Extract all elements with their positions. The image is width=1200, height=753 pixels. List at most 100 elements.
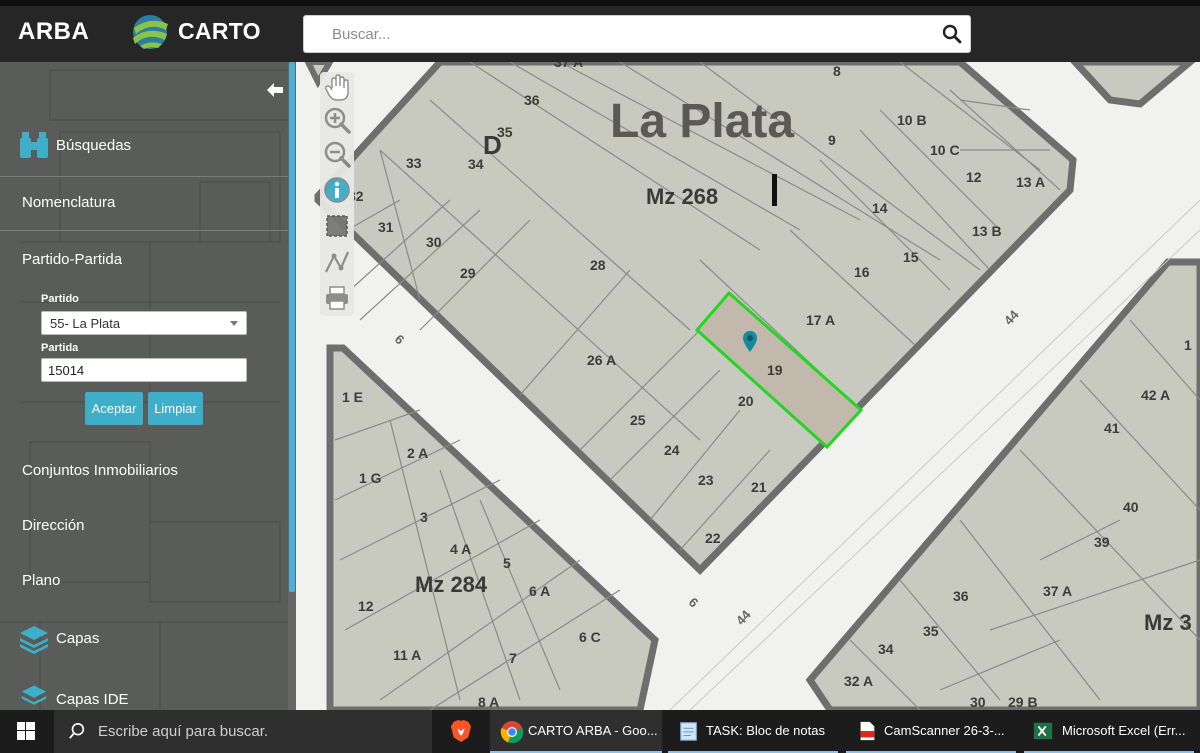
location-pin-icon[interactable]: [742, 330, 758, 354]
divider: [0, 230, 288, 231]
taskbar-app-label: CARTO ARBA - Goo...: [528, 723, 658, 738]
windows-taskbar: Escribe aquí para buscar. CARTO ARBA - G…: [0, 710, 1200, 753]
parcel-label: 41: [1104, 420, 1120, 436]
taskbar-app-excel[interactable]: Microsoft Excel (Err...: [1024, 710, 1200, 753]
parcel-label: 13 B: [972, 223, 1002, 239]
measure-icon[interactable]: [323, 248, 351, 276]
parcel-label: 22: [705, 530, 721, 546]
sidebar: Búsquedas Nomenclatura Partido-Partida P…: [0, 62, 296, 710]
taskbar-app-chrome[interactable]: CARTO ARBA - Goo...: [490, 710, 662, 753]
parcel-label: 13 A: [1016, 174, 1046, 190]
parcel-label: 14: [872, 200, 888, 216]
divider: [0, 176, 288, 177]
zoom-in-icon[interactable]: [323, 106, 351, 134]
menu-capas[interactable]: Capas: [56, 630, 99, 647]
parcel-label: 17 A: [806, 312, 836, 328]
menu-plano[interactable]: Plano: [22, 572, 60, 589]
menu-nomenclatura[interactable]: Nomenclatura: [22, 194, 115, 211]
windows-start-icon[interactable]: [0, 710, 52, 753]
menu-capas-ide[interactable]: Capas IDE: [56, 691, 129, 708]
parcel-label: 30: [970, 694, 986, 710]
partido-select-value: 55- La Plata: [50, 316, 121, 331]
binoculars-icon: [20, 132, 48, 158]
scrollbar-thumb[interactable]: [289, 62, 295, 592]
clear-button[interactable]: Limpiar: [148, 392, 203, 425]
parcel-label: 4 A: [450, 541, 472, 557]
menu-partido-partida[interactable]: Partido-Partida: [22, 251, 122, 268]
search-icon[interactable]: [942, 24, 962, 44]
partido-label: Partido: [41, 293, 79, 305]
select-area-icon[interactable]: [323, 212, 351, 240]
parcel-label: 15: [903, 249, 919, 265]
info-icon[interactable]: [323, 176, 351, 204]
map-toolbar: [320, 72, 354, 316]
parcel-label: 9: [828, 132, 836, 148]
taskbar-search-box[interactable]: Escribe aquí para buscar.: [54, 710, 432, 753]
top-bar: ARBA CARTO: [0, 0, 1200, 62]
sidebar-scrollbar[interactable]: [288, 62, 296, 710]
collapse-arrow-icon[interactable]: [266, 82, 284, 98]
parcel-label: 40: [1123, 499, 1139, 515]
parcel-label: 31: [378, 219, 394, 235]
brave-icon: [450, 720, 472, 742]
parcel-label: 10 C: [930, 142, 960, 158]
map-block-label: Mz 268: [646, 184, 719, 209]
parcel-label: 39: [1094, 534, 1110, 550]
parcel-label: 1: [1184, 337, 1192, 353]
partido-select[interactable]: 55- La Plata: [41, 311, 247, 335]
parcel-label: 35: [923, 623, 939, 639]
parcel-label: 16: [854, 264, 870, 280]
partida-field[interactable]: [41, 358, 247, 382]
map-block-label: Mz 3: [1144, 610, 1192, 635]
parcel-label: 37 A: [554, 62, 584, 70]
chevron-down-icon: [230, 321, 238, 326]
parcel-label: 8 A: [478, 694, 500, 710]
parcel-label: 34: [878, 641, 894, 657]
menu-conjuntos-inmobiliarios[interactable]: Conjuntos Inmobiliarios: [22, 462, 178, 479]
chrome-icon: [500, 721, 524, 744]
taskbar-app-notepad[interactable]: TASK: Bloc de notas: [668, 710, 838, 753]
parcel-label: 19: [767, 362, 783, 378]
zoom-out-icon[interactable]: [323, 140, 351, 168]
search-box[interactable]: [303, 15, 971, 53]
carto-globe-icon: [133, 15, 168, 49]
parcel-label: 32 A: [844, 673, 874, 689]
parcel-label: 26 A: [587, 352, 617, 368]
partida-label: Partida: [41, 342, 79, 354]
notepad-icon: [680, 722, 697, 741]
taskbar-app-label: CamScanner 26-3-...: [884, 723, 1005, 738]
menu-direccion[interactable]: Dirección: [22, 517, 85, 534]
taskbar-app-brave[interactable]: [438, 710, 484, 753]
arba-logo[interactable]: ARBA: [18, 18, 89, 46]
parcel-label: 35: [497, 124, 513, 140]
parcel-label: 7: [509, 650, 517, 666]
parcel-label: 2 A: [407, 445, 429, 461]
search-input[interactable]: [304, 16, 924, 52]
parcel-label: 11 A: [393, 647, 422, 663]
parcel-label: 1 G: [359, 470, 382, 486]
parcel-label: 30: [426, 234, 442, 250]
parcel-label: 12: [966, 169, 982, 185]
parcel-label: 37 A: [1043, 583, 1073, 599]
menu-busquedas[interactable]: Búsquedas: [56, 137, 131, 154]
pdf-icon: [860, 721, 875, 741]
taskbar-app-label: Microsoft Excel (Err...: [1062, 723, 1186, 738]
carto-logo-text: CARTO: [178, 18, 261, 44]
accept-button[interactable]: Aceptar: [85, 392, 143, 425]
parcel-label: 33: [406, 155, 422, 171]
map-city-label: La Plata: [610, 95, 795, 148]
print-icon[interactable]: [323, 284, 351, 312]
parcel-label: 10 B: [897, 112, 927, 128]
parcel-label: 8: [833, 63, 841, 79]
parcel-label: 36: [953, 588, 969, 604]
parcel-label: 36: [524, 92, 540, 108]
parcel-label: 29: [460, 265, 476, 281]
ide-layers-icon: [21, 685, 47, 705]
parcel-label: 1 E: [342, 389, 364, 405]
hand-pan-icon[interactable]: [323, 74, 351, 102]
map-canvas[interactable]: La Plata Mz 268 Mz 284 Mz 3 D 44 44 6 6 …: [296, 62, 1200, 710]
taskbar-app-label: TASK: Bloc de notas: [706, 723, 825, 738]
taskbar-app-camscanner[interactable]: CamScanner 26-3-...: [846, 710, 1016, 753]
parcel-label: 5: [503, 555, 511, 571]
map-block-label: Mz 284: [415, 572, 488, 597]
